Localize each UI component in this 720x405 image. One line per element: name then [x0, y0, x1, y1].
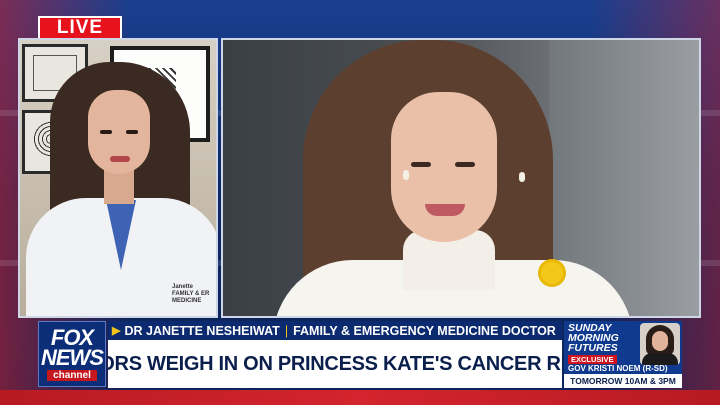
subject-face: [391, 92, 497, 242]
daffodil-brooch-icon: [541, 262, 563, 284]
show-promo: SUNDAY MORNING FUTURES EXCLUSIVE GOV KRI…: [564, 321, 682, 388]
earring-icon: [403, 170, 409, 180]
promo-show-title: SUNDAY MORNING FUTURES: [568, 322, 619, 354]
promo-airtime: TOMORROW 10AM & 3PM ET: [564, 374, 682, 388]
logo-channel: channel: [47, 369, 97, 381]
exclusive-badge: EXCLUSIVE: [568, 355, 617, 364]
guest-face: [88, 90, 150, 174]
fox-news-logo: FOX NEWS channel: [38, 321, 106, 387]
separator: |: [284, 323, 289, 338]
guest-name-bar: ▶ DR JANETTE NESHEIWAT | FAMILY & EMERGE…: [108, 321, 562, 340]
promo-guest-photo: [640, 323, 680, 365]
play-arrow-icon: ▶: [112, 325, 121, 337]
promo-guest-name: GOV KRISTI NOEM (R-SD): [568, 364, 668, 373]
earring-icon: [519, 172, 525, 182]
news-photo-panel: [221, 38, 701, 318]
live-badge: LIVE: [38, 16, 122, 40]
coat-embroidery: Janette FAMILY & ER MEDICINE: [172, 284, 210, 304]
guest-name: DR JANETTE NESHEIWAT: [124, 323, 280, 338]
headline-bar: DOCTORS WEIGH IN ON PRINCESS KATE'S CANC…: [108, 340, 562, 388]
logo-news: NEWS: [41, 344, 104, 370]
headline-text: DOCTORS WEIGH IN ON PRINCESS KATE'S CANC…: [108, 352, 562, 375]
guest-video-panel: Janette FAMILY & ER MEDICINE: [18, 38, 218, 318]
bottom-ticker-bar: [0, 390, 720, 405]
guest-title: FAMILY & EMERGENCY MEDICINE DOCTOR: [293, 323, 556, 338]
